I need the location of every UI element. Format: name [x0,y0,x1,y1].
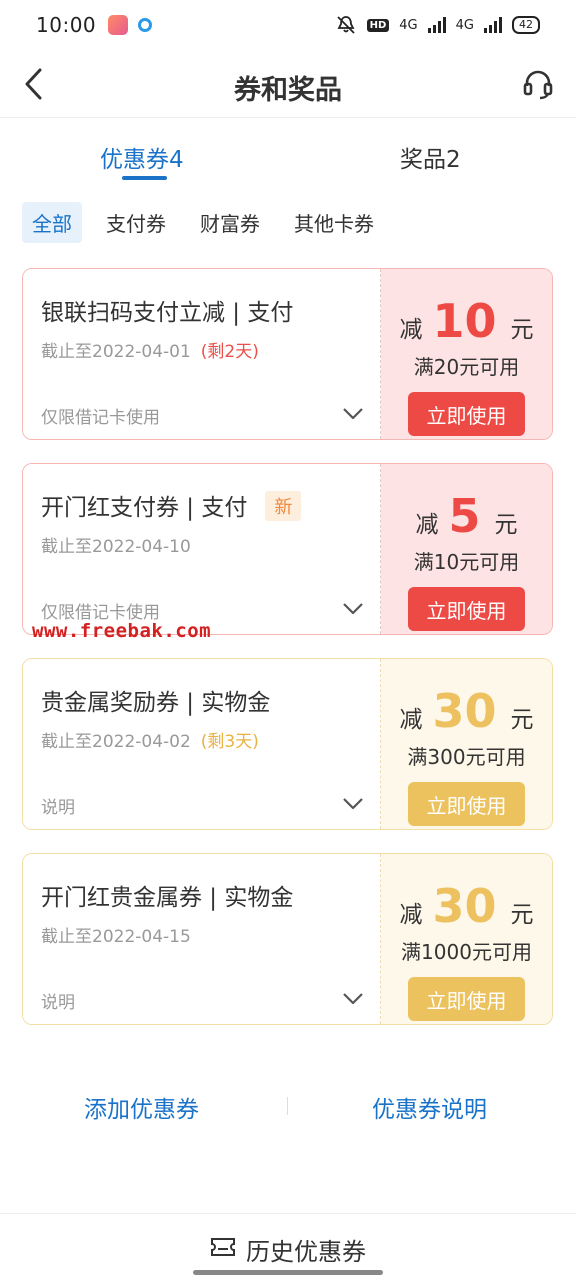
coupon-title: 贵金属奖励券 | 实物金 [41,690,271,716]
tab-coupons[interactable]: 优惠券4 [100,140,184,174]
coupon-title: 开门红支付券 | 支付新 [41,488,302,522]
status-indicators: HD 4G 4G 42 [335,15,540,35]
home-indicator[interactable] [193,1270,383,1275]
filter-other[interactable]: 其他卡券 [284,202,384,243]
amount-value: 30 [432,684,497,738]
amount-prefix: 减 [399,707,423,733]
status-bar: 10:00 HD 4G 4G 42 [0,0,576,50]
amount-prefix: 减 [399,902,423,928]
coupon-info-link[interactable]: 优惠券说明 [372,1090,487,1124]
coupon-card: 银联扫码支付立减 | 支付 截止至2022-04-01 (剩2天) 仅限借记卡使用… [22,268,553,440]
use-now-button[interactable]: 立即使用 [408,392,525,436]
coupon-expiry: 截止至2022-04-15 [41,922,191,947]
coupon-note: 说明 [41,798,75,818]
remaining-days: (剩2天) [200,342,259,362]
customer-service-headset-icon[interactable] [522,68,554,100]
expiry-date: 截止至2022-04-15 [41,927,191,947]
filter-payment[interactable]: 支付券 [96,202,176,243]
amount-unit: 元 [494,512,518,538]
nav-bar: 券和奖品 [0,50,576,118]
signal-icon [427,17,446,33]
add-coupon-link[interactable]: 添加优惠券 [84,1090,199,1124]
footer-links: 添加优惠券 优惠券说明 [0,1088,576,1128]
amount-prefix: 减 [415,512,439,538]
coupon-title-text: 开门红支付券 | 支付 [41,495,248,521]
coupon-card: 开门红贵金属券 | 实物金 截止至2022-04-15 说明 减 30 元 满1… [22,853,553,1025]
coupon-expiry: 截止至2022-04-02 (剩3天) [41,727,259,752]
coupon-expiry: 截止至2022-04-10 [41,532,191,557]
coupon-info: 银联扫码支付立减 | 支付 截止至2022-04-01 (剩2天) 仅限借记卡使用 [23,269,381,439]
coupon-title: 开门红贵金属券 | 实物金 [41,885,294,911]
coupon-expiry: 截止至2022-04-01 (剩2天) [41,337,259,362]
discount-amount: 减 30 元 [399,882,533,930]
coupon-info: 开门红贵金属券 | 实物金 截止至2022-04-15 说明 [23,854,381,1024]
history-coupons-label: 历史优惠券 [246,1238,366,1266]
coupon-card: 开门红支付券 | 支付新 截止至2022-04-10 仅限借记卡使用 减 5 元… [22,463,553,635]
chevron-down-icon[interactable] [342,407,364,421]
coupon-info: 开门红支付券 | 支付新 截止至2022-04-10 仅限借记卡使用 [23,464,381,634]
coupon-note: 仅限借记卡使用 [41,408,160,428]
filter-wealth[interactable]: 财富券 [190,202,270,243]
coupon-info: 贵金属奖励券 | 实物金 截止至2022-04-02 (剩3天) 说明 [23,659,381,829]
amount-value: 10 [432,294,497,348]
usage-threshold: 满20元可用 [413,355,520,379]
amount-prefix: 减 [399,317,423,343]
notification-dot-icon [138,18,153,32]
signal-icon [484,17,502,33]
coupon-title: 银联扫码支付立减 | 支付 [41,300,294,326]
remaining-days: (剩3天) [200,732,259,752]
tab-prizes[interactable]: 奖品2 [400,140,461,174]
coupon-value: 减 30 元 满300元可用 立即使用 [381,659,552,829]
chevron-down-icon[interactable] [342,992,364,1006]
battery-icon: 42 [512,16,540,34]
tab-bar: 优惠券4 奖品2 [0,118,576,188]
expiry-date: 截止至2022-04-01 [41,342,191,362]
expiry-date: 截止至2022-04-02 [41,732,191,752]
network-type-2: 4G [455,17,474,33]
usage-threshold: 满1000元可用 [401,940,532,964]
chevron-down-icon[interactable] [342,797,364,811]
status-time: 10:00 [36,13,97,37]
coupon-card: 贵金属奖励券 | 实物金 截止至2022-04-02 (剩3天) 说明 减 30 … [22,658,553,830]
ticket-icon [211,1238,235,1256]
link-divider [287,1097,288,1115]
coupon-value: 减 10 元 满20元可用 立即使用 [381,269,552,439]
discount-amount: 减 10 元 [399,297,533,345]
amount-value: 30 [432,879,497,933]
page-title: 券和奖品 [234,75,342,106]
filter-all[interactable]: 全部 [22,202,82,243]
usage-threshold: 满10元可用 [413,550,520,574]
use-now-button[interactable]: 立即使用 [408,587,525,631]
use-now-button[interactable]: 立即使用 [408,782,525,826]
watermark-text: www.freebak.com [32,620,212,642]
new-badge: 新 [265,491,302,521]
network-type-1: 4G [399,17,418,33]
amount-value: 5 [448,489,481,543]
filter-chips: 全部 支付券 财富券 其他卡券 [22,202,384,243]
discount-amount: 减 30 元 [399,687,533,735]
usage-threshold: 满300元可用 [407,745,526,769]
amount-unit: 元 [510,707,534,733]
expiry-date: 截止至2022-04-10 [41,537,191,557]
hd-badge: HD [366,18,390,32]
coupon-value: 减 5 元 满10元可用 立即使用 [381,464,552,634]
active-tab-indicator [122,176,167,180]
amount-unit: 元 [510,902,534,928]
discount-amount: 减 5 元 [415,492,517,540]
coupon-value: 减 30 元 满1000元可用 立即使用 [381,854,552,1024]
amount-unit: 元 [510,317,534,343]
coupon-note: 说明 [41,993,75,1013]
use-now-button[interactable]: 立即使用 [408,977,525,1021]
chevron-down-icon[interactable] [342,602,364,616]
mute-icon [336,16,355,34]
app-notification-icon [108,15,129,35]
